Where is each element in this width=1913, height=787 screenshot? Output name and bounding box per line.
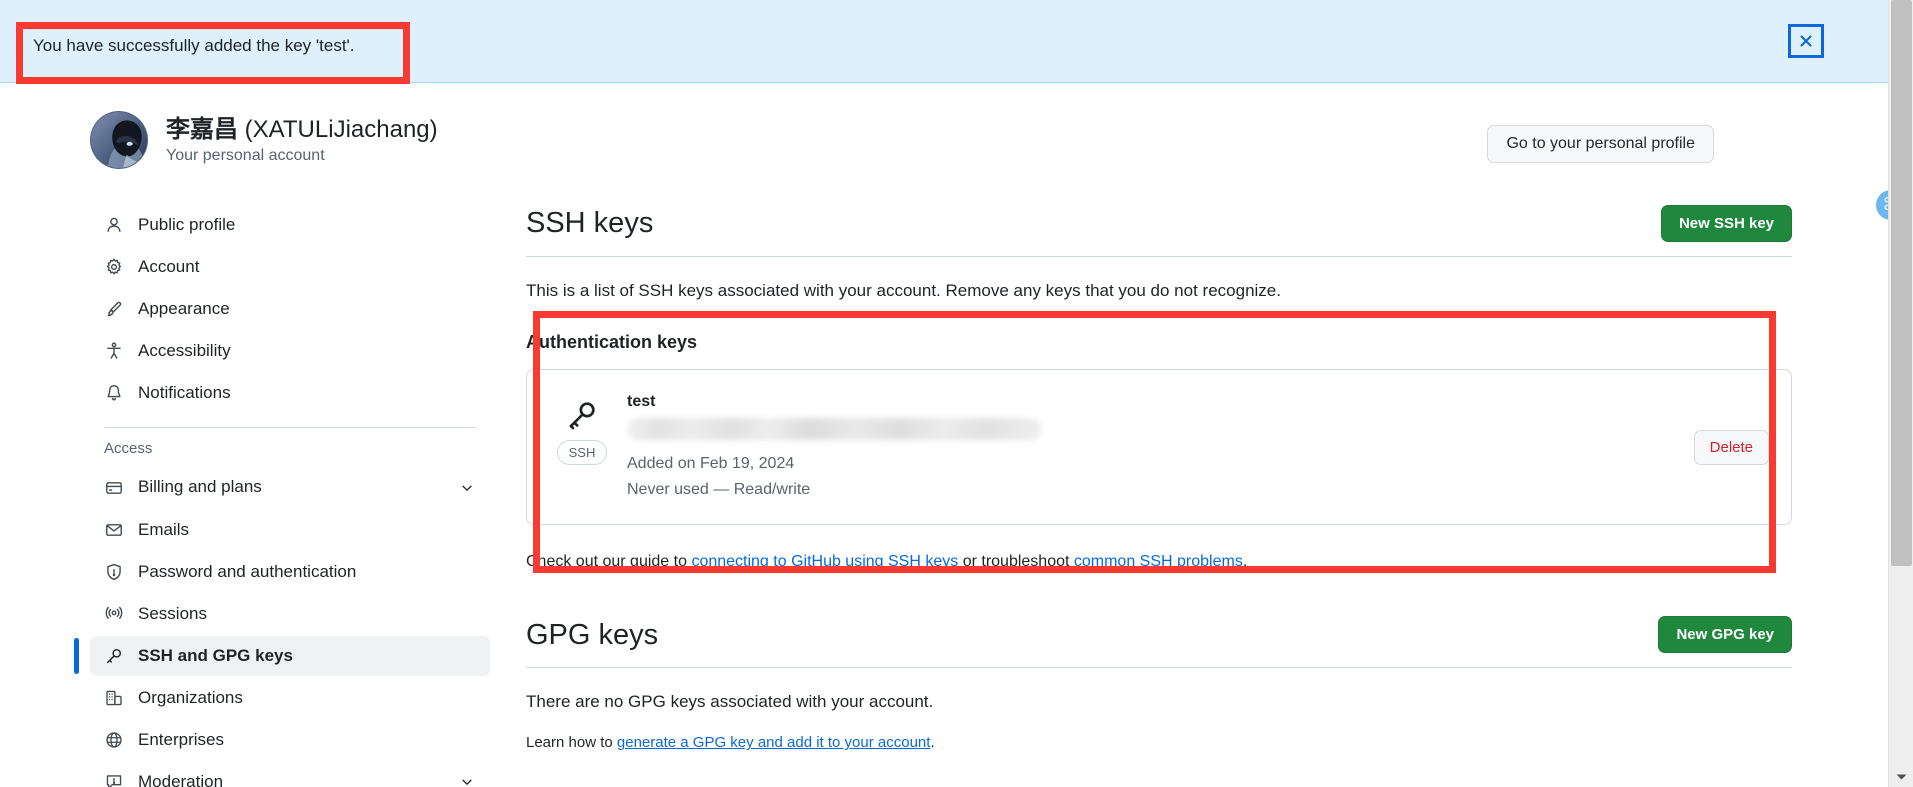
sidebar-item-emails[interactable]: Emails	[90, 510, 490, 550]
ssh-key-info: test Added on Feb 19, 2024 Never used — …	[611, 392, 1680, 503]
shield-icon	[104, 562, 124, 582]
sidebar-item-label: Notifications	[138, 383, 231, 403]
account-subtitle: Your personal account	[166, 147, 325, 164]
delete-ssh-key-button[interactable]: Delete	[1693, 429, 1769, 465]
sidebar-item-password-and-authentication[interactable]: Password and authentication	[90, 552, 490, 592]
ssh-key-icon-group: SSH	[553, 392, 611, 466]
accessibility-icon	[104, 341, 124, 361]
ssh-key-row: SSH test Added on Feb 19, 2024 Never use…	[526, 368, 1792, 526]
sidebar-item-label: Billing and plans	[138, 477, 262, 497]
organization-icon	[104, 688, 124, 708]
gpg-empty-message: There are no GPG keys associated with yo…	[526, 692, 934, 712]
account-meta: 李嘉昌 (XATULiJiachang) Your personal accou…	[166, 115, 438, 165]
sidebar-item-sessions[interactable]: Sessions	[90, 594, 490, 634]
settings-body: Public profile Account Appearance Access…	[64, 181, 1824, 787]
flash-close-button[interactable]	[1788, 24, 1824, 58]
gpg-keys-section: GPG keys New GPG key There are no GPG ke…	[526, 616, 1792, 751]
key-icon	[565, 398, 599, 432]
ssh-type-badge: SSH	[556, 439, 608, 466]
sidebar-divider	[104, 427, 476, 429]
flash-message-text: You have successfully added the key 'tes…	[33, 36, 355, 55]
sidebar-item-label: Appearance	[138, 299, 230, 319]
ssh-keys-description: This is a list of SSH keys associated wi…	[526, 281, 1281, 300]
sidebar-item-label: Accessibility	[138, 341, 231, 361]
new-gpg-key-button[interactable]: New GPG key	[1658, 616, 1792, 654]
report-icon	[104, 772, 124, 787]
sidebar-item-label: Account	[138, 257, 200, 277]
flash-success-banner: You have successfully added the key 'tes…	[0, 0, 1888, 83]
sidebar-item-appearance[interactable]: Appearance	[90, 289, 490, 329]
account-login: (XATULiJiachang)	[244, 116, 438, 143]
ssh-key-title: test	[627, 392, 656, 410]
credit-card-icon	[104, 478, 124, 498]
new-ssh-key-button[interactable]: New SSH key	[1660, 205, 1792, 242]
broadcast-icon	[104, 604, 124, 624]
sidebar-item-label: Emails	[138, 519, 190, 539]
ssh-key-fingerprint-redacted	[627, 418, 1042, 441]
gpg-learn-suffix: .	[930, 734, 935, 752]
chevron-down-icon[interactable]	[458, 773, 476, 787]
generate-gpg-key-link[interactable]: generate a GPG key and add it to your ac…	[617, 734, 931, 751]
sidebar-item-enterprises[interactable]: Enterprises	[90, 720, 490, 760]
account-header: 李嘉昌 (XATULiJiachang) Your personal accou…	[64, 83, 1824, 181]
sidebar-item-moderation[interactable]: Moderation	[90, 762, 490, 787]
sidebar-item-accessibility[interactable]: Accessibility	[90, 331, 490, 371]
sidebar-item-label: SSH and GPG keys	[138, 645, 293, 665]
sidebar-item-notifications[interactable]: Notifications	[90, 373, 490, 413]
page-title: SSH keys	[526, 207, 654, 240]
account-display-name: 李嘉昌	[166, 116, 238, 143]
settings-sidebar: Public profile Account Appearance Access…	[74, 181, 490, 787]
gpg-learn-line: Learn how to generate a GPG key and add …	[526, 734, 1792, 751]
avatar-image	[91, 112, 147, 168]
sidebar-item-label: Public profile	[138, 215, 236, 234]
ssh-key-usage: Never used — Read/write	[627, 481, 811, 499]
ssh-help-middle: or troubleshoot	[958, 553, 1074, 571]
ssh-key-metadata: Added on Feb 19, 2024 Never used — Read/…	[627, 452, 1680, 502]
gear-icon	[104, 257, 124, 277]
person-icon	[104, 215, 124, 235]
bell-icon	[104, 383, 124, 403]
go-to-personal-profile-button[interactable]: Go to your personal profile	[1487, 125, 1714, 163]
browser-scrollbar[interactable]	[1888, 0, 1913, 787]
scrollbar-thumb[interactable]	[1891, 0, 1912, 566]
sidebar-item-label: Enterprises	[138, 730, 224, 750]
authentication-keys-title: Authentication keys	[526, 331, 698, 352]
ssh-key-added-date: Added on Feb 19, 2024	[627, 455, 795, 473]
sidebar-item-public-profile[interactable]: Public profile	[90, 205, 490, 245]
sidebar-item-ssh-and-gpg-keys[interactable]: SSH and GPG keys	[74, 635, 490, 676]
gpg-keys-title: GPG keys	[526, 618, 659, 651]
ssh-help-prefix: Check out our guide to	[526, 553, 692, 571]
avatar[interactable]	[90, 111, 148, 169]
sidebar-item-organizations[interactable]: Organizations	[90, 678, 490, 718]
globe-icon	[104, 730, 124, 750]
sidebar-item-label: Sessions	[138, 603, 207, 623]
sidebar-item-label: Password and authentication	[138, 561, 357, 581]
gpg-learn-prefix: Learn how to	[526, 734, 617, 752]
paintbrush-icon	[104, 299, 124, 319]
account-name: 李嘉昌 (XATULiJiachang)	[166, 115, 438, 145]
sidebar-item-account[interactable]: Account	[90, 247, 490, 287]
mail-icon	[104, 520, 124, 540]
close-icon	[1798, 33, 1814, 49]
common-ssh-problems-link[interactable]: common SSH problems	[1074, 553, 1243, 570]
key-icon	[104, 646, 124, 666]
connecting-to-github-using-ssh-keys-link[interactable]: connecting to GitHub using SSH keys	[691, 553, 958, 570]
ssh-help-suffix: .	[1242, 553, 1248, 571]
sidebar-item-billing-and-plans[interactable]: Billing and plans	[90, 467, 490, 507]
sidebar-section-access-title: Access	[104, 440, 153, 458]
scroll-down-arrow-icon[interactable]	[1889, 767, 1913, 787]
sidebar-item-label: Organizations	[138, 687, 243, 707]
chevron-down-icon[interactable]	[458, 479, 476, 497]
sidebar-item-label: Moderation	[138, 772, 224, 787]
ssh-help-line: Check out our guide to connecting to Git…	[526, 550, 1792, 574]
browser-viewport: You have successfully added the key 'tes…	[0, 0, 1913, 787]
ssh-keys-section-header: SSH keys New SSH key	[526, 205, 1792, 257]
settings-container: 李嘉昌 (XATULiJiachang) Your personal accou…	[64, 83, 1824, 787]
settings-main: SSH keys New SSH key This is a list of S…	[490, 181, 1824, 751]
gpg-keys-section-header: GPG keys New GPG key	[526, 616, 1792, 669]
github-settings-page: You have successfully added the key 'tes…	[0, 0, 1888, 787]
